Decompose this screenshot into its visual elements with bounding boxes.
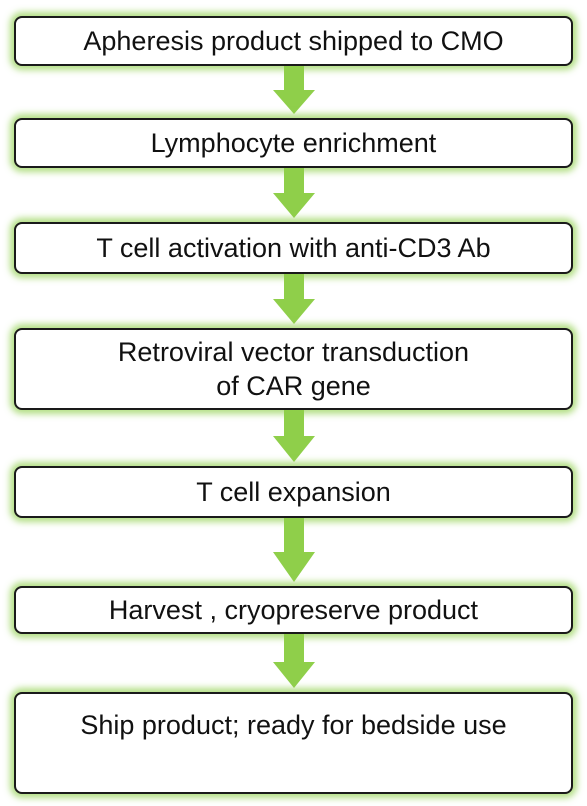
step-apheresis-shipped: Apheresis product shipped to CMO (14, 16, 573, 66)
down-arrow-icon (273, 410, 315, 462)
down-arrow-icon (273, 168, 315, 218)
down-arrow-icon (273, 274, 315, 324)
down-arrow-icon (273, 634, 315, 688)
step-retroviral-transduction: Retroviral vector transduction of CAR ge… (14, 328, 573, 410)
step-t-cell-activation: T cell activation with anti-CD3 Ab (14, 222, 573, 274)
step-t-cell-expansion: T cell expansion (14, 466, 573, 518)
step-lymphocyte-enrichment: Lymphocyte enrichment (14, 118, 573, 168)
step-ship-product: Ship product; ready for bedside use (14, 692, 573, 794)
step-harvest-cryopreserve: Harvest , cryopreserve product (14, 586, 573, 634)
down-arrow-icon (273, 66, 315, 114)
down-arrow-icon (273, 518, 315, 582)
